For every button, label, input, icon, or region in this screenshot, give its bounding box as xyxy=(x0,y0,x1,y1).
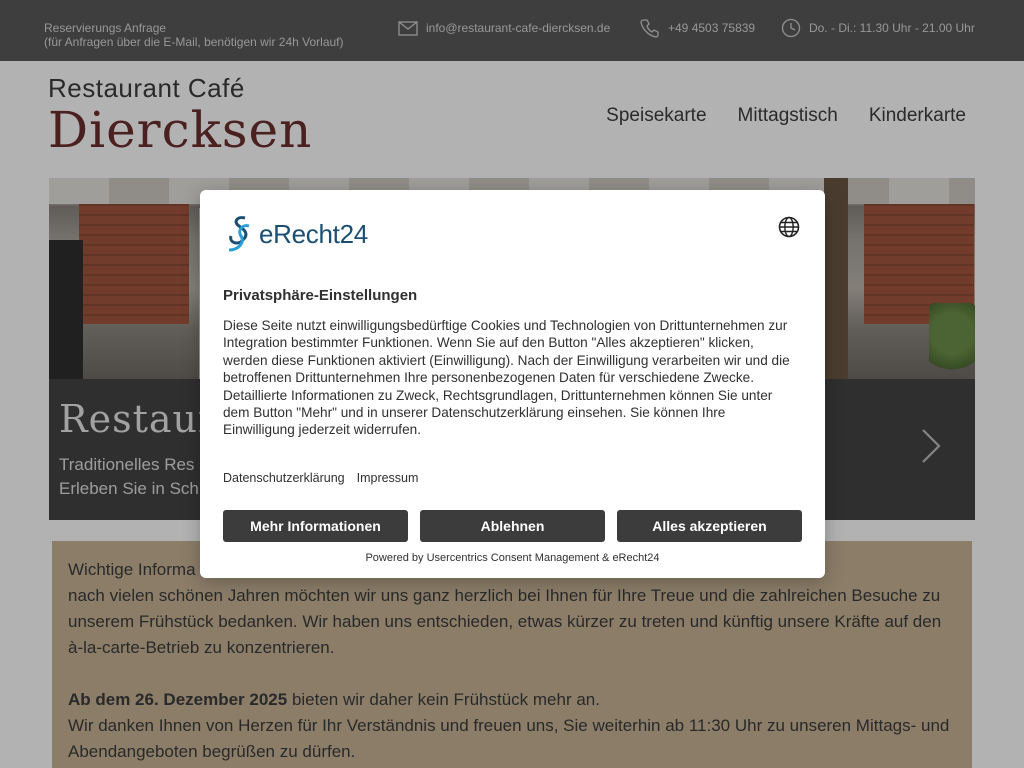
paragraph-logo-icon xyxy=(228,216,250,252)
consent-dialog: eRecht24 Privatsphäre-Einstellungen Dies… xyxy=(200,190,825,578)
powered-by-text: Powered by Usercentrics Consent Manageme… xyxy=(365,552,660,564)
privacy-policy-link[interactable]: Datenschutzerklärung xyxy=(223,471,345,485)
more-info-button[interactable]: Mehr Informationen xyxy=(223,510,408,542)
accept-all-button[interactable]: Alles akzeptieren xyxy=(617,510,802,542)
imprint-link[interactable]: Impressum xyxy=(357,471,419,485)
decline-button[interactable]: Ablehnen xyxy=(420,510,605,542)
brand-name: eRecht24 xyxy=(259,218,368,249)
globe-icon[interactable] xyxy=(778,216,800,238)
consent-buttons: Mehr Informationen Ablehnen Alles akzept… xyxy=(223,510,802,542)
consent-body: Diese Seite nutzt einwilligungsbedürftig… xyxy=(223,318,790,438)
consent-links: Datenschutzerklärung Impressum xyxy=(223,471,418,485)
erecht24-logo: eRecht24 xyxy=(223,214,368,254)
consent-title: Privatsphäre-Einstellungen xyxy=(223,287,418,304)
